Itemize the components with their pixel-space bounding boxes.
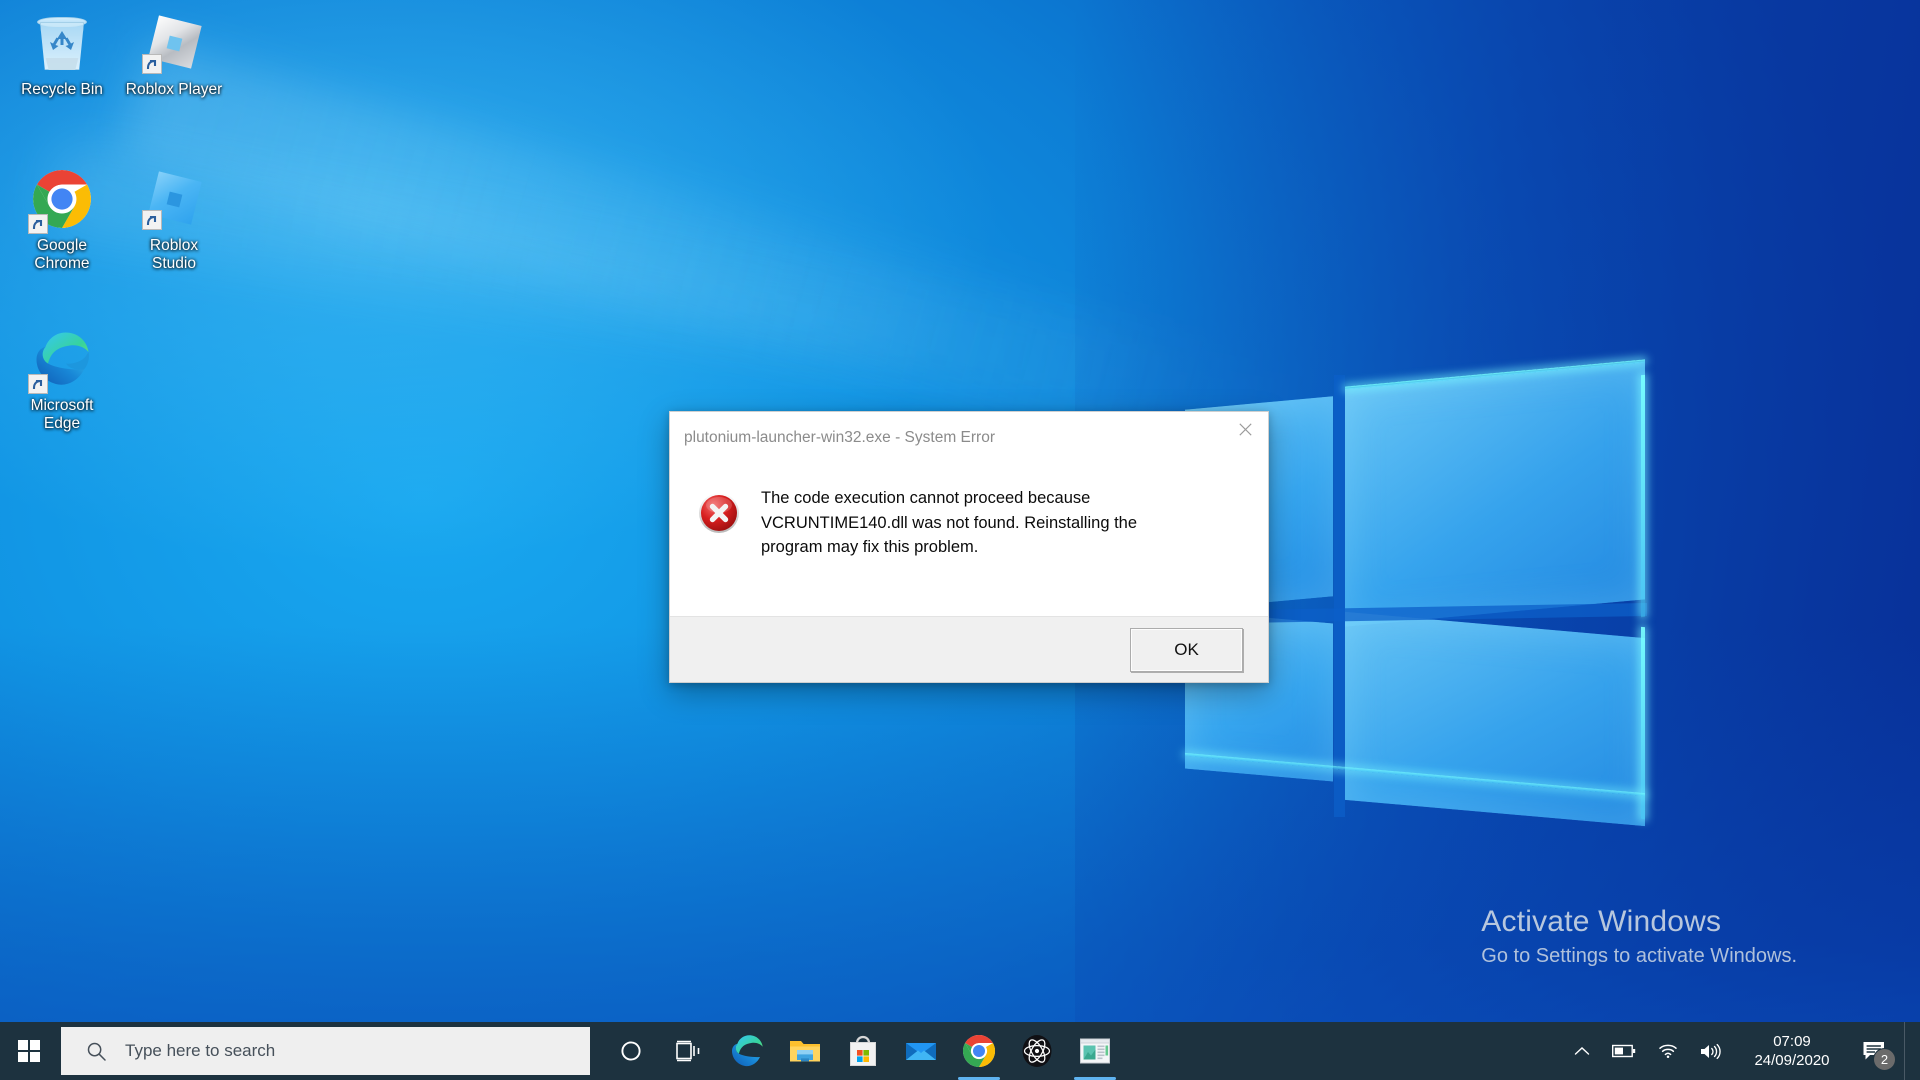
- taskbar-item-photos-app[interactable]: [1066, 1022, 1124, 1080]
- search-input[interactable]: Type here to search: [61, 1027, 590, 1075]
- google-chrome-icon: [28, 170, 93, 234]
- notification-badge: 2: [1873, 1048, 1896, 1071]
- error-message: The code execution cannot proceed becaus…: [761, 489, 1138, 556]
- pane-bottom-right: [1345, 611, 1645, 827]
- desktop-icon-label-line1: Google: [37, 237, 87, 254]
- roblox-player-icon: [142, 14, 205, 76]
- close-icon[interactable]: [1222, 412, 1268, 446]
- task-view-icon: [676, 1040, 700, 1062]
- desktop-icon-roblox-studio[interactable]: Roblox Studio: [118, 168, 230, 273]
- desktop-icon-roblox-player[interactable]: Roblox Player: [118, 12, 230, 99]
- desktop-icon-google-chrome[interactable]: Google Chrome: [6, 168, 118, 273]
- search-placeholder-text: Type here to search: [125, 1041, 276, 1060]
- show-desktop-button[interactable]: [1904, 1022, 1914, 1080]
- electron-atom-icon: [1020, 1034, 1054, 1068]
- desktop-icon-label-line2: Studio: [152, 255, 196, 272]
- task-view-button[interactable]: [660, 1022, 718, 1080]
- roblox-studio-icon: [142, 170, 205, 232]
- system-error-dialog: plutonium-launcher-win32.exe - System Er…: [669, 411, 1269, 683]
- mail-icon: [904, 1034, 938, 1068]
- cortana-icon: [621, 1041, 641, 1061]
- battery-button[interactable]: [1601, 1022, 1647, 1080]
- close-x-glyph: [1238, 422, 1252, 436]
- shortcut-arrow-icon: [142, 54, 162, 74]
- chevron-up-icon: [1574, 1046, 1590, 1055]
- notifications-button[interactable]: 2: [1856, 1022, 1904, 1080]
- ok-button[interactable]: OK: [1130, 627, 1243, 672]
- taskbar: Type here to search 07:09 24/09/2020 2: [0, 1022, 1920, 1080]
- google-chrome-icon: [962, 1034, 996, 1068]
- taskbar-item-file-explorer[interactable]: [776, 1022, 834, 1080]
- taskbar-item-electron-app[interactable]: [1008, 1022, 1066, 1080]
- desktop-icon-label-line2: Chrome: [34, 255, 90, 272]
- photos-window-icon: [1078, 1034, 1112, 1068]
- microsoft-store-icon: [846, 1034, 880, 1068]
- clock-time: 07:09: [1773, 1033, 1811, 1050]
- desktop-icon-label-line2: Edge: [43, 415, 81, 432]
- pane-edge-right-bottom: [1641, 626, 1645, 820]
- desktop-icon-recycle-bin[interactable]: Recycle Bin: [6, 12, 118, 99]
- taskbar-item-microsoft-store[interactable]: [834, 1022, 892, 1080]
- desktop-icon-label-line1: Roblox: [149, 237, 199, 254]
- volume-button[interactable]: [1689, 1022, 1732, 1080]
- shortcut-arrow-icon: [28, 214, 48, 234]
- cortana-button[interactable]: [602, 1022, 660, 1080]
- dialog-body: The code execution cannot proceed becaus…: [670, 464, 1268, 616]
- system-tray: 07:09 24/09/2020 2: [1563, 1022, 1920, 1080]
- microsoft-edge-icon: [730, 1034, 764, 1068]
- volume-icon: [1701, 1043, 1721, 1059]
- recycle-bin-icon: [31, 14, 93, 76]
- error-icon: [698, 492, 740, 534]
- taskbar-item-microsoft-edge[interactable]: [718, 1022, 776, 1080]
- dialog-footer: OK: [670, 616, 1268, 682]
- dialog-title-bar[interactable]: plutonium-launcher-win32.exe - System Er…: [670, 412, 1268, 464]
- dialog-title-text: plutonium-launcher-win32.exe - System Er…: [684, 429, 995, 446]
- search-icon: [87, 1042, 106, 1061]
- wifi-icon: [1659, 1044, 1677, 1059]
- shortcut-arrow-icon: [142, 210, 162, 230]
- desktop-icon-microsoft-edge[interactable]: Microsoft Edge: [6, 328, 118, 433]
- taskbar-item-mail[interactable]: [892, 1022, 950, 1080]
- recycle-symbol-icon: [50, 31, 74, 50]
- windows-logo-icon: [18, 1040, 40, 1062]
- clock-date: 24/09/2020: [1754, 1052, 1830, 1069]
- battery-icon: [1612, 1044, 1636, 1058]
- show-hidden-icons-button[interactable]: [1563, 1022, 1601, 1080]
- shortcut-arrow-icon: [28, 374, 48, 394]
- pane-edge-right-top: [1641, 374, 1645, 618]
- taskbar-item-google-chrome[interactable]: [950, 1022, 1008, 1080]
- clock[interactable]: 07:09 24/09/2020: [1732, 1032, 1856, 1070]
- desktop-icon-label-line1: Microsoft: [30, 397, 94, 414]
- network-button[interactable]: [1647, 1022, 1689, 1080]
- file-explorer-icon: [788, 1034, 822, 1068]
- windows-logo-panes: [1185, 359, 1745, 827]
- start-button[interactable]: [0, 1022, 58, 1080]
- desktop-icon-label: Roblox Player: [125, 81, 223, 98]
- pane-top-right: [1345, 361, 1645, 627]
- microsoft-edge-icon: [28, 330, 93, 394]
- desktop-icon-label: Recycle Bin: [21, 81, 103, 98]
- pane-mullion-vertical: [1334, 375, 1345, 817]
